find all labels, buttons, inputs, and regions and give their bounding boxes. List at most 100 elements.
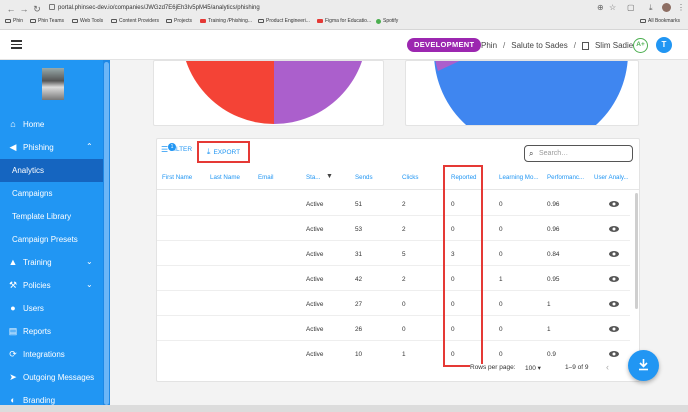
sidebar-scrollbar[interactable] <box>104 62 109 405</box>
sidebar-item-training[interactable]: ▲ Training ⌄ <box>0 251 103 274</box>
status-cell: Active <box>306 201 324 208</box>
download-icon <box>639 359 648 371</box>
sidebar-item-template-library[interactable]: Template Library <box>0 205 103 228</box>
download-icon[interactable]: ⤓ <box>649 3 653 13</box>
column-header-clicks[interactable]: Clicks <box>402 174 419 181</box>
company-logo <box>42 68 64 100</box>
chevron-down-icon: ⌄ <box>86 257 93 266</box>
prev-page-icon[interactable]: ‹ <box>606 362 609 372</box>
eye-icon[interactable] <box>609 301 619 307</box>
menu-dots-icon[interactable]: ⋮ <box>677 3 685 12</box>
sidebar-item-campaign-presets[interactable]: Campaign Presets <box>0 228 103 251</box>
performance-cell: 0.9 <box>547 351 556 358</box>
status-cell: Active <box>306 301 324 308</box>
column-header-sends[interactable]: Sends <box>355 174 373 181</box>
sidebar-item-phishing[interactable]: ◀ Phishing ⌃ <box>0 136 103 159</box>
pie-chart-card <box>153 60 384 126</box>
learning-cell: 0 <box>499 201 503 208</box>
site-info-icon[interactable] <box>49 4 55 10</box>
table-scrollbar[interactable] <box>635 193 638 309</box>
bookmark-item[interactable]: Projects <box>166 18 192 24</box>
folder-icon <box>640 19 646 23</box>
breadcrumb-item[interactable]: Salute to Sades <box>511 41 567 50</box>
learning-cell: 0 <box>499 251 503 258</box>
column-header-email[interactable]: Email <box>258 174 273 181</box>
rows-per-page-select[interactable]: 100 ▾ <box>525 364 541 372</box>
sends-cell: 26 <box>355 326 363 333</box>
folder-icon <box>111 19 117 23</box>
eye-icon[interactable] <box>609 326 619 332</box>
column-header-learning-moments[interactable]: Learning Mo... <box>499 174 539 181</box>
sidebar-item-reports[interactable]: ▤ Reports <box>0 320 103 343</box>
add-avatar-button[interactable]: A+ <box>633 38 648 53</box>
extensions-icon[interactable]: ▢ <box>627 3 635 12</box>
bookmark-item[interactable]: Product Engineeri... <box>258 18 310 24</box>
chevron-up-icon: ⌃ <box>86 142 93 151</box>
all-bookmarks[interactable]: All Bookmarks <box>640 18 680 24</box>
learning-cell: 1 <box>499 276 503 283</box>
breadcrumb: Phin / Salute to Sades / Slim Sadie <box>481 41 634 50</box>
bookmark-item[interactable]: Spotify <box>376 18 398 24</box>
back-icon[interactable]: ← <box>6 4 16 14</box>
clicks-cell: 0 <box>402 326 406 333</box>
bookmark-item[interactable]: Content Providers <box>111 18 159 24</box>
pie-chart <box>434 61 628 125</box>
sidebar-item-policies[interactable]: ⚒ Policies ⌄ <box>0 274 103 297</box>
profile-icon[interactable] <box>662 3 671 12</box>
performance-cell: 1 <box>547 326 551 333</box>
sidebar-item-branding[interactable]: ◐ Branding <box>0 389 103 412</box>
send-icon: ➤ <box>9 372 17 382</box>
bookmark-item[interactable]: Web Tools <box>72 18 103 24</box>
breadcrumb-item[interactable]: Slim Sadie <box>595 41 633 50</box>
bookmark-item[interactable]: Phin <box>5 18 23 24</box>
eye-icon[interactable] <box>609 226 619 232</box>
user-avatar[interactable]: T <box>656 37 672 53</box>
learning-cell: 0 <box>499 301 503 308</box>
spotify-icon <box>376 18 381 24</box>
column-header-first-name[interactable]: First Name <box>162 174 192 181</box>
folder-icon <box>30 19 36 23</box>
fish-icon: ◀ <box>9 142 17 152</box>
sidebar-item-analytics[interactable]: Analytics <box>0 159 103 182</box>
address-bar[interactable]: portal.phinsec-dev.io/companies/JWGzd7E6… <box>58 3 260 13</box>
breadcrumb-item[interactable]: Phin <box>481 41 497 50</box>
eye-icon[interactable] <box>609 276 619 282</box>
column-header-user-analytics[interactable]: User Analy... <box>594 174 629 181</box>
star-icon[interactable]: ☆ <box>609 3 616 12</box>
sidebar-item-campaigns[interactable]: Campaigns <box>0 182 103 205</box>
download-fab-button[interactable] <box>628 350 659 381</box>
folder-icon <box>166 19 172 23</box>
search-input[interactable]: ⌕ Search… <box>524 145 633 162</box>
column-header-status[interactable]: Sta... <box>306 174 320 181</box>
reload-icon[interactable]: ↻ <box>32 4 42 14</box>
eye-icon[interactable] <box>609 251 619 257</box>
forward-icon[interactable]: → <box>19 4 29 14</box>
sidebar-item-integrations[interactable]: ⟳ Integrations <box>0 343 103 366</box>
sidebar-item-home[interactable]: ⌂ Home <box>0 113 103 136</box>
pie-slice <box>434 61 628 125</box>
eye-icon[interactable] <box>609 351 619 357</box>
hamburger-menu-icon[interactable] <box>11 40 22 49</box>
performance-cell: 0.95 <box>547 276 560 283</box>
sends-cell: 31 <box>355 251 363 258</box>
filter-button[interactable]: ☰ FILTER <box>161 145 192 154</box>
eye-icon[interactable] <box>609 201 619 207</box>
sidebar-item-outgoing-messages[interactable]: ➤ Outgoing Messages <box>0 366 103 389</box>
bookmark-item[interactable]: Training /Phishing... <box>200 18 252 24</box>
performance-cell: 0.84 <box>547 251 560 258</box>
column-header-last-name[interactable]: Last Name <box>210 174 240 181</box>
sync-icon: ⟳ <box>9 349 17 359</box>
bookmark-item[interactable]: Phin Teams <box>30 18 64 24</box>
chevron-down-icon: ⌄ <box>86 280 93 289</box>
column-header-performance[interactable]: Performanc... <box>547 174 584 181</box>
bookmark-item[interactable]: Figma for Educatio... <box>317 18 371 24</box>
column-filter-icon[interactable]: ▼ <box>326 173 333 180</box>
sidebar-item-users[interactable]: ● Users <box>0 297 103 320</box>
clicks-cell: 5 <box>402 251 406 258</box>
bookmark-favicon-icon <box>258 19 264 23</box>
export-button[interactable]: ⤓ EXPORT <box>197 141 250 163</box>
status-cell: Active <box>306 276 324 283</box>
pie-chart-card <box>405 60 639 126</box>
zoom-icon[interactable]: ⊕ <box>597 3 604 12</box>
sends-cell: 53 <box>355 226 363 233</box>
